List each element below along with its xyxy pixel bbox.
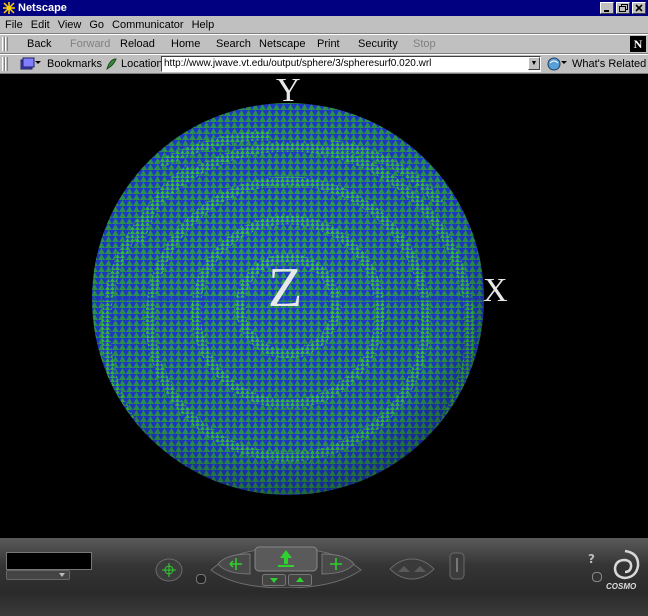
bookmarks-icon xyxy=(17,56,43,75)
forward-button[interactable]: Forward xyxy=(70,38,110,50)
location-label: Location: xyxy=(121,58,166,70)
home-button[interactable]: Home xyxy=(171,38,200,50)
x-axis-label: X xyxy=(483,272,508,309)
search-button[interactable]: Search xyxy=(216,38,251,50)
menu-help[interactable]: Help xyxy=(188,19,219,31)
url-dropdown-button[interactable]: ▼ xyxy=(528,57,540,70)
minimize-button[interactable] xyxy=(600,2,614,14)
location-icon xyxy=(104,57,118,74)
print-button[interactable]: Print xyxy=(317,38,340,50)
tilt-up-button[interactable] xyxy=(288,574,312,586)
viewpoint-display[interactable] xyxy=(6,552,92,570)
url-input[interactable]: http://www.jwave.vt.edu/output/sphere/3/… xyxy=(161,56,541,72)
target-icon xyxy=(155,558,183,582)
maximize-button[interactable] xyxy=(616,2,630,14)
sphere-scene xyxy=(92,103,484,495)
pan-icon xyxy=(217,553,251,575)
chevron-down-icon: ▼ xyxy=(530,60,538,67)
cosmo-logo xyxy=(608,548,642,582)
chevron-down-icon[interactable] xyxy=(56,570,68,578)
arrow-up-icon xyxy=(288,574,312,586)
menu-bar: File Edit View Go Communicator Help xyxy=(0,16,648,34)
arrow-down-icon xyxy=(262,574,286,586)
restore-icon xyxy=(618,4,628,12)
cosmo-dashboard: ? COSMO xyxy=(0,538,648,616)
reload-button[interactable]: Reload xyxy=(120,38,155,50)
navigation-toolbar: Back Forward Reload Home Search Netscape… xyxy=(0,34,648,54)
location-toolbar: Bookmarks Location: http://www.jwave.vt.… xyxy=(0,54,648,74)
security-button[interactable]: Security xyxy=(358,38,398,50)
walk-icon xyxy=(254,546,318,572)
back-button[interactable]: Back xyxy=(27,38,51,50)
rotate-button[interactable] xyxy=(320,552,356,576)
menu-go[interactable]: Go xyxy=(85,19,108,31)
window-title: Netscape xyxy=(18,2,67,14)
netscape-button[interactable]: Netscape xyxy=(259,38,305,50)
bookmarks-button[interactable]: Bookmarks xyxy=(47,58,102,70)
netscape-app-icon[interactable] xyxy=(2,1,16,15)
straighten-icon xyxy=(449,552,465,580)
cosmo-swirl-icon xyxy=(613,549,640,580)
menu-communicator[interactable]: Communicator xyxy=(108,19,188,31)
straighten-button[interactable] xyxy=(449,552,465,580)
toolbar-grip[interactable] xyxy=(2,37,8,51)
menu-file[interactable]: File xyxy=(0,19,27,31)
undo-redo-icon xyxy=(389,558,435,580)
tilt-down-button[interactable] xyxy=(262,574,286,586)
location-grip[interactable] xyxy=(2,57,8,71)
pan-button[interactable] xyxy=(216,552,252,576)
whats-related-button[interactable]: What's Related xyxy=(572,58,646,70)
y-axis-label: Y xyxy=(276,74,301,109)
close-button[interactable] xyxy=(632,2,646,14)
seek-button[interactable] xyxy=(155,558,183,582)
netscape-logo[interactable]: N xyxy=(630,36,646,52)
walk-button[interactable] xyxy=(254,546,318,572)
menu-view[interactable]: View xyxy=(54,19,86,31)
z-axis-label: Z xyxy=(268,257,303,319)
help-button[interactable]: ? xyxy=(588,552,600,566)
vrml-viewport[interactable]: Y Z X xyxy=(0,74,648,538)
close-icon xyxy=(635,4,643,12)
preferences-button[interactable] xyxy=(592,572,602,582)
undo-redo-buttons[interactable] xyxy=(388,558,436,580)
minimize-icon xyxy=(604,10,609,12)
cosmo-brand-text: COSMO xyxy=(606,582,637,591)
whats-related-icon xyxy=(546,56,568,75)
rotate-icon xyxy=(321,553,355,575)
menu-edit[interactable]: Edit xyxy=(27,19,54,31)
stop-button[interactable]: Stop xyxy=(413,38,436,50)
title-bar: Netscape xyxy=(0,0,648,16)
